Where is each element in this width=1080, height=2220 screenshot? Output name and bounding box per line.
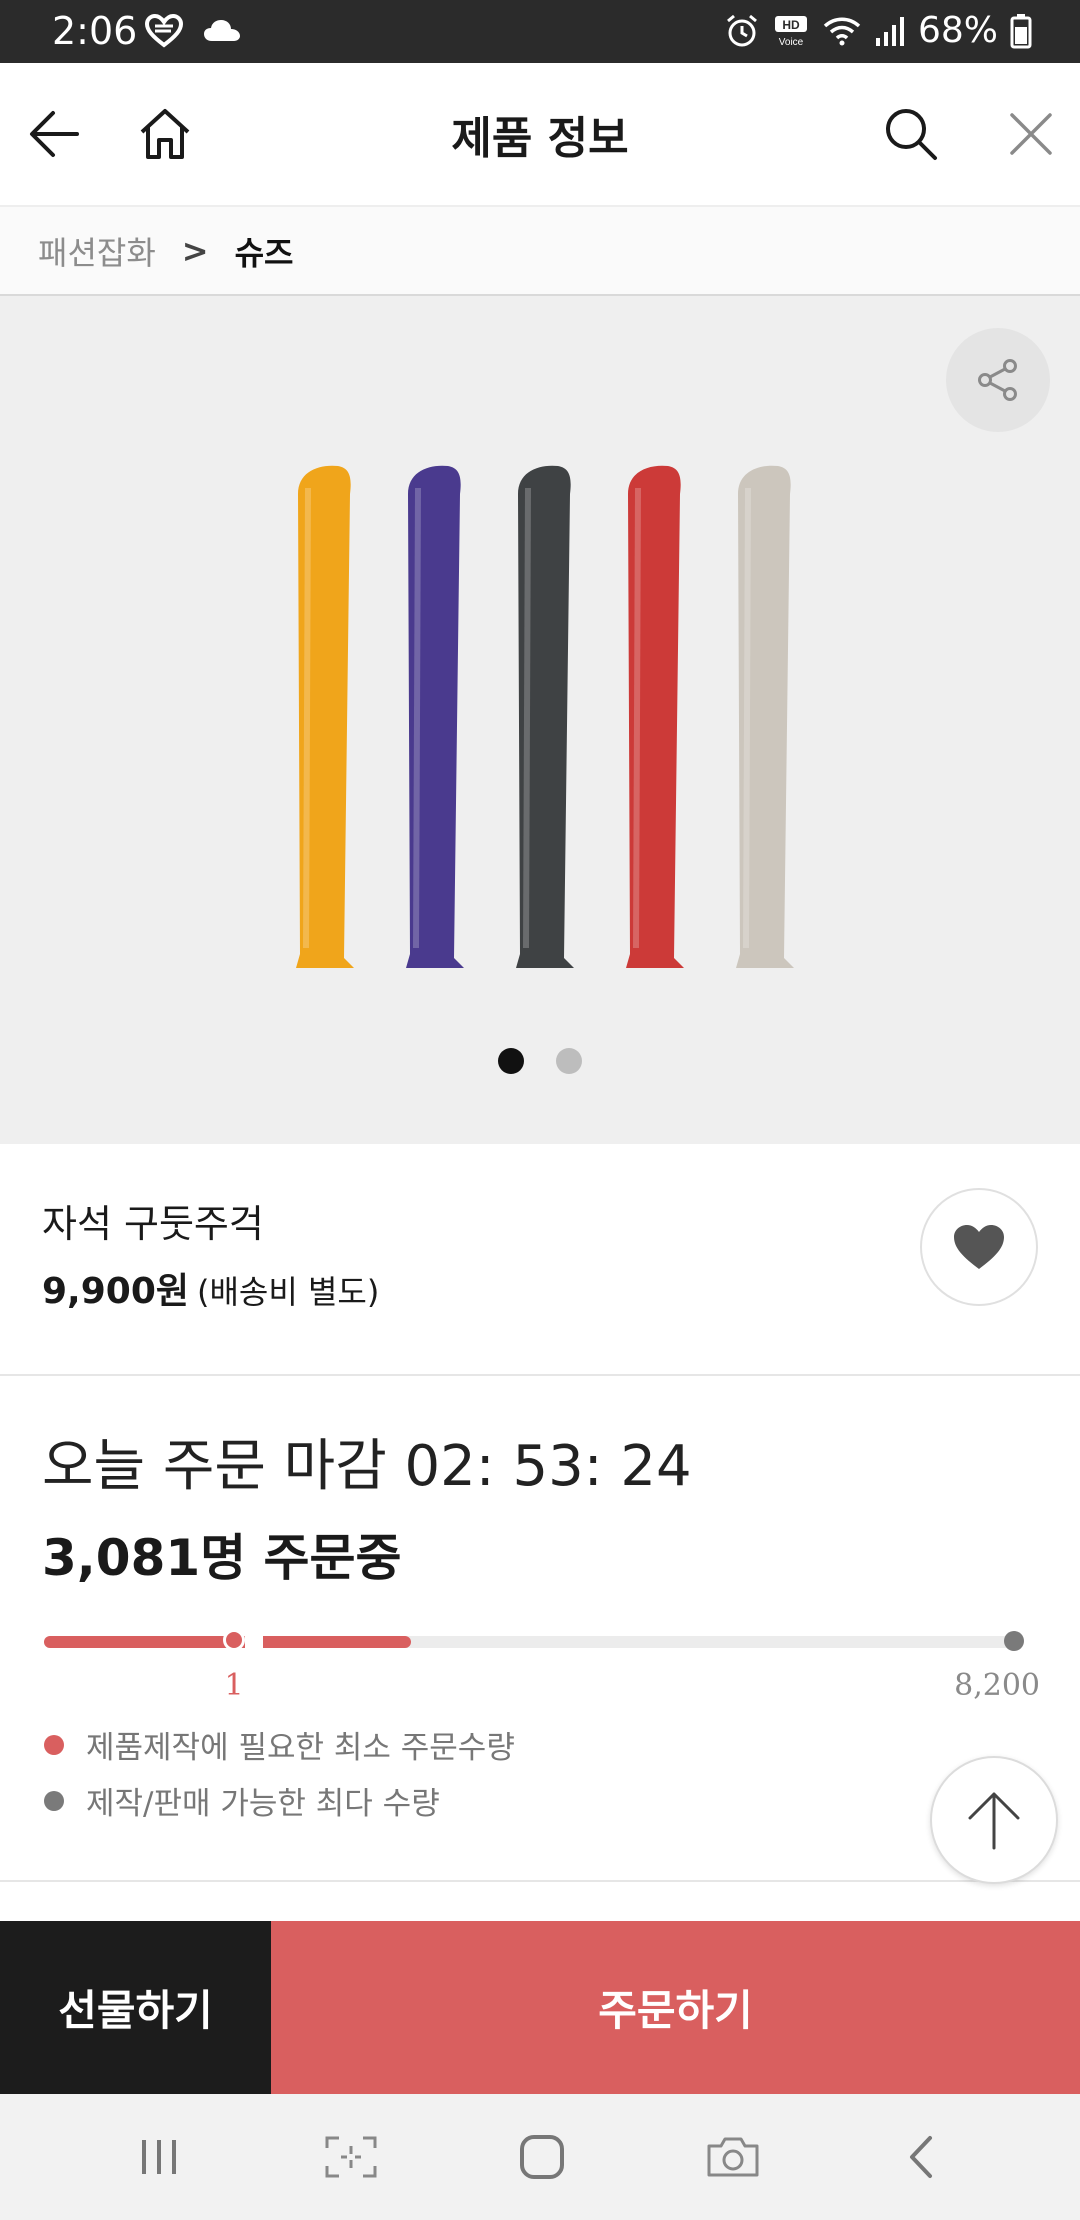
carousel-indicator [0,1048,1080,1074]
scroll-to-top-button[interactable] [930,1756,1058,1884]
screen-capture-button[interactable] [316,2124,386,2190]
signal-icon [875,17,904,46]
svg-text:Voice: Voice [779,37,804,48]
close-icon [1010,113,1052,155]
breadcrumb: 패션잡화 > 슈즈 [0,205,1080,296]
product-image-carousel[interactable] [0,296,1080,1144]
cloud-icon [204,20,240,41]
status-right-icons: HD Voice 68% [724,8,1032,54]
shoehorn-highlight-4 [633,487,641,949]
product-info: 자석 구둣주걱 9,900원 (배송비 별도) [0,1144,1080,1376]
purchase-actions: 선물하기 주문하기 [0,1921,1080,2094]
legend-max: 제작/판매 가능한 최다 수량 [44,1778,440,1823]
shoehorn-highlight-3 [523,487,531,949]
alarm-icon [727,14,757,47]
product-name: 자석 구둣주걱 [42,1202,264,1246]
breadcrumb-separator: > [181,231,209,270]
gift-button[interactable]: 선물하기 [0,1921,271,2094]
status-left-icons [144,10,242,52]
progress-divider [245,1632,263,1652]
screen-capture-icon [325,2136,377,2178]
share-icon [978,359,1017,401]
legend-min-text: 제품제작에 필요한 최소 주문수량 [86,1730,515,1766]
close-button[interactable] [996,99,1066,169]
heart-icon [954,1225,1004,1269]
app-header: 제품 정보 [0,63,1080,205]
legend-max-dot [44,1790,64,1811]
product-image [296,465,794,968]
product-detail-screen: 2:06 HD Voice 68% 제품 정보 패션잡화 > 슈즈 자석 구둣주… [0,0,1080,2220]
legend-max-text: 제작/판매 가능한 최다 수량 [86,1786,440,1822]
ordering-count: 3,081명 주문중 [42,1529,402,1587]
order-button[interactable]: 주문하기 [271,1921,1080,2094]
recent-apps-icon [142,2140,176,2174]
order-deadline-countdown: 오늘 주문 마감 02: 53: 24 [42,1434,692,1499]
chevron-left-icon [910,2136,932,2178]
shipping-note: (배송비 별도) [197,1273,380,1311]
product-price: 9,900원 [42,1271,189,1312]
camera-button[interactable] [698,2124,768,2190]
status-bar: 2:06 HD Voice 68% [0,0,1080,63]
product-price-row: 9,900원 (배송비 별도) [42,1268,379,1316]
home-nav-button[interactable] [507,2124,577,2190]
max-quantity-marker [1004,1631,1024,1651]
search-button[interactable] [876,99,946,169]
carousel-dot-1[interactable] [498,1048,524,1074]
min-quantity-marker [223,1629,245,1651]
battery-icon [1010,14,1032,49]
like-button[interactable] [920,1188,1038,1306]
svg-text:HD: HD [782,18,800,32]
shoehorn-highlight-2 [413,487,421,949]
search-icon [886,109,937,160]
carousel-dot-2[interactable] [556,1048,582,1074]
share-button[interactable] [946,328,1050,432]
order-progress-bar [44,1629,1024,1652]
breadcrumb-current: 슈즈 [234,233,294,272]
shoehorn-highlight-1 [303,487,311,949]
max-quantity-label: 8,200 [954,1668,1040,1703]
legend-min: 제품제작에 필요한 최소 주문수량 [44,1722,515,1767]
arrow-up-icon [968,1792,1020,1850]
status-time: 2:06 [52,9,138,53]
home-circle-icon [520,2135,564,2179]
min-quantity-label: 1 [224,1668,244,1703]
hd-voice-icon: HD Voice [774,16,807,48]
battery-percent: 68% [917,10,998,51]
order-status-section: 오늘 주문 마감 02: 53: 24 3,081명 주문중 1 8,200 제… [0,1378,1080,1884]
camera-icon [707,2137,759,2177]
back-nav-button[interactable] [888,2124,958,2190]
system-nav-bar [0,2094,1080,2220]
legend-min-dot [44,1734,64,1755]
recent-apps-button[interactable] [124,2124,194,2190]
wifi-icon [823,17,861,46]
heart-sticker-icon [144,14,184,48]
breadcrumb-parent[interactable]: 패션잡화 [38,228,156,274]
shoehorn-highlight-5 [743,487,751,949]
